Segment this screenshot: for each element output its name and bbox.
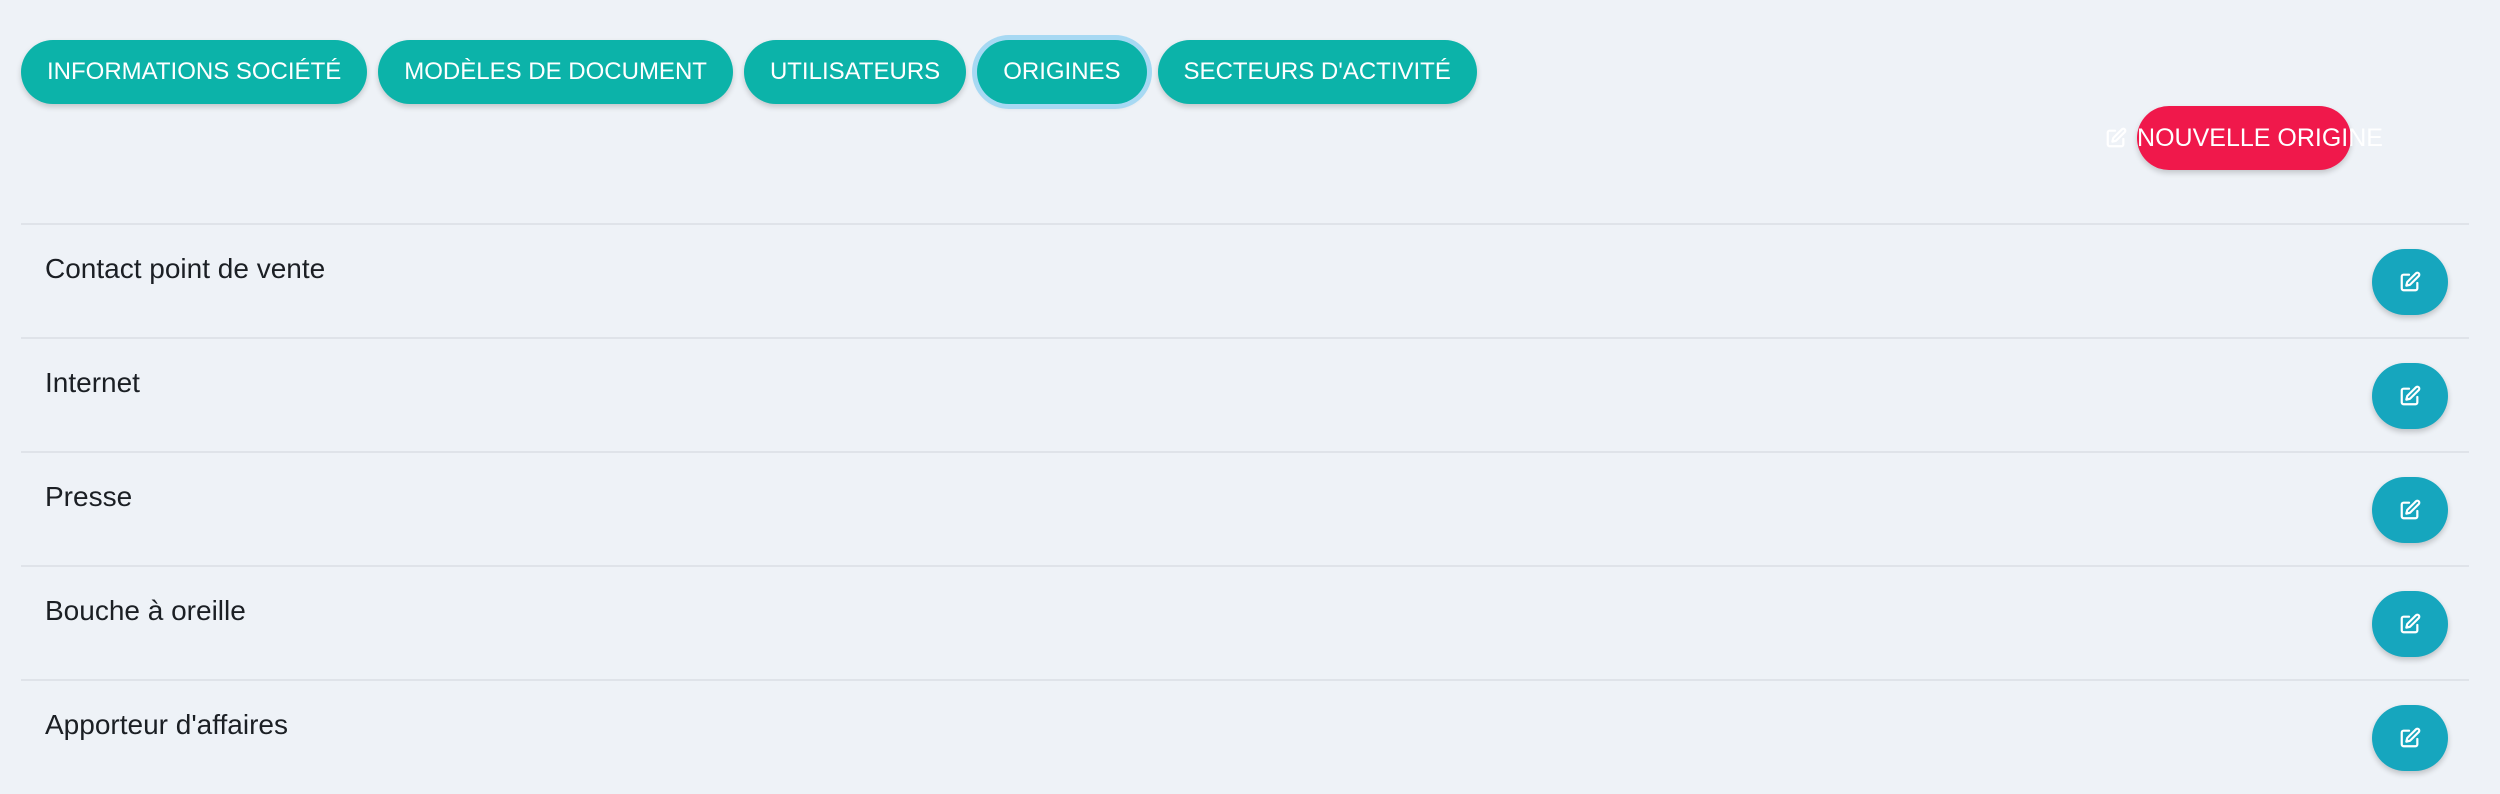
edit-icon (2105, 127, 2127, 149)
origin-name: Internet (45, 367, 140, 398)
tab-origines[interactable]: ORIGINES (977, 40, 1147, 104)
edit-icon (2399, 613, 2421, 635)
list-item: Internet (21, 337, 2469, 451)
tab-informations-societe[interactable]: INFORMATIONS SOCIÉTÉ (21, 40, 368, 104)
origin-name: Apporteur d'affaires (45, 709, 288, 740)
edit-origin-button[interactable] (2372, 477, 2448, 543)
edit-origin-button[interactable] (2372, 363, 2448, 429)
edit-icon (2399, 727, 2421, 749)
new-origin-button[interactable]: NOUVELLE ORIGINE (2106, 106, 2383, 170)
settings-tabs: INFORMATIONS SOCIÉTÉ MODÈLES DE DOCUMENT… (21, 40, 1477, 104)
origin-name: Presse (45, 481, 133, 512)
new-origin-button-label: NOUVELLE ORIGINE (2137, 123, 2383, 152)
page-title-clipped (32, 0, 46, 17)
list-item: Bouche à oreille (21, 565, 2469, 679)
edit-origin-button[interactable] (2372, 249, 2448, 315)
origin-name: Bouche à oreille (45, 595, 246, 626)
edit-origin-button[interactable] (2372, 591, 2448, 657)
list-item: Apporteur d'affaires (21, 679, 2469, 793)
tab-modeles-de-document[interactable]: MODÈLES DE DOCUMENT (378, 40, 733, 104)
list-item: Presse (21, 451, 2469, 565)
tab-secteurs-d-activite[interactable]: SECTEURS D'ACTIVITÉ (1157, 40, 1477, 104)
list-item: Contact point de vente (21, 223, 2469, 337)
edit-icon (2399, 385, 2421, 407)
edit-origin-button[interactable] (2372, 705, 2448, 771)
origin-name: Contact point de vente (45, 253, 326, 284)
tab-utilisateurs[interactable]: UTILISATEURS (743, 40, 967, 104)
edit-icon (2399, 499, 2421, 521)
origins-list: Contact point de vente Internet Presse B… (21, 223, 2469, 793)
edit-icon (2399, 271, 2421, 293)
